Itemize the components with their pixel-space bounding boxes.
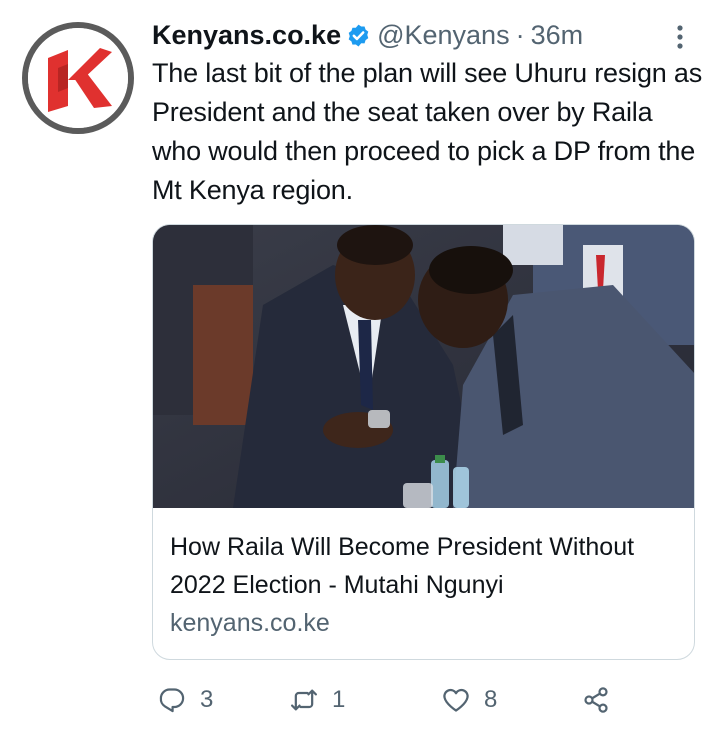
verified-badge-icon (348, 24, 369, 46)
retweet-button[interactable]: 1 (290, 684, 345, 716)
display-name[interactable]: Kenyans.co.ke (152, 20, 341, 51)
separator-dot: · (515, 19, 525, 50)
reply-count: 3 (200, 686, 214, 713)
timestamp[interactable]: 36m (531, 20, 584, 51)
tweet-header: Kenyans.co.ke @Kenyans · 36m (152, 18, 583, 52)
more-options-icon[interactable] (670, 22, 690, 52)
card-domain[interactable]: kenyans.co.ke (170, 609, 330, 638)
user-handle[interactable]: @Kenyans (377, 20, 509, 51)
like-count: 8 (484, 686, 498, 713)
kenyans-logo-icon (28, 28, 128, 128)
share-icon (584, 687, 608, 713)
card-image[interactable] (153, 225, 694, 508)
tweet-text: The last bit of the plan will see Uhuru … (152, 58, 702, 205)
avatar[interactable] (22, 22, 134, 134)
share-button[interactable] (582, 684, 610, 716)
retweet-count: 1 (332, 686, 346, 713)
card-photo (153, 225, 694, 508)
tweet[interactable]: Kenyans.co.ke @Kenyans · 36m The last bi… (0, 0, 719, 737)
retweet-icon (290, 689, 318, 711)
card-title[interactable]: How Raila Will Become President Without … (170, 528, 685, 604)
tweet-actions: 3 1 8 (158, 684, 628, 716)
heart-icon (443, 688, 469, 712)
link-card[interactable]: How Raila Will Become President Without … (152, 224, 695, 660)
reply-button[interactable]: 3 (158, 684, 213, 716)
reply-icon (159, 688, 185, 713)
like-button[interactable]: 8 (442, 684, 497, 716)
